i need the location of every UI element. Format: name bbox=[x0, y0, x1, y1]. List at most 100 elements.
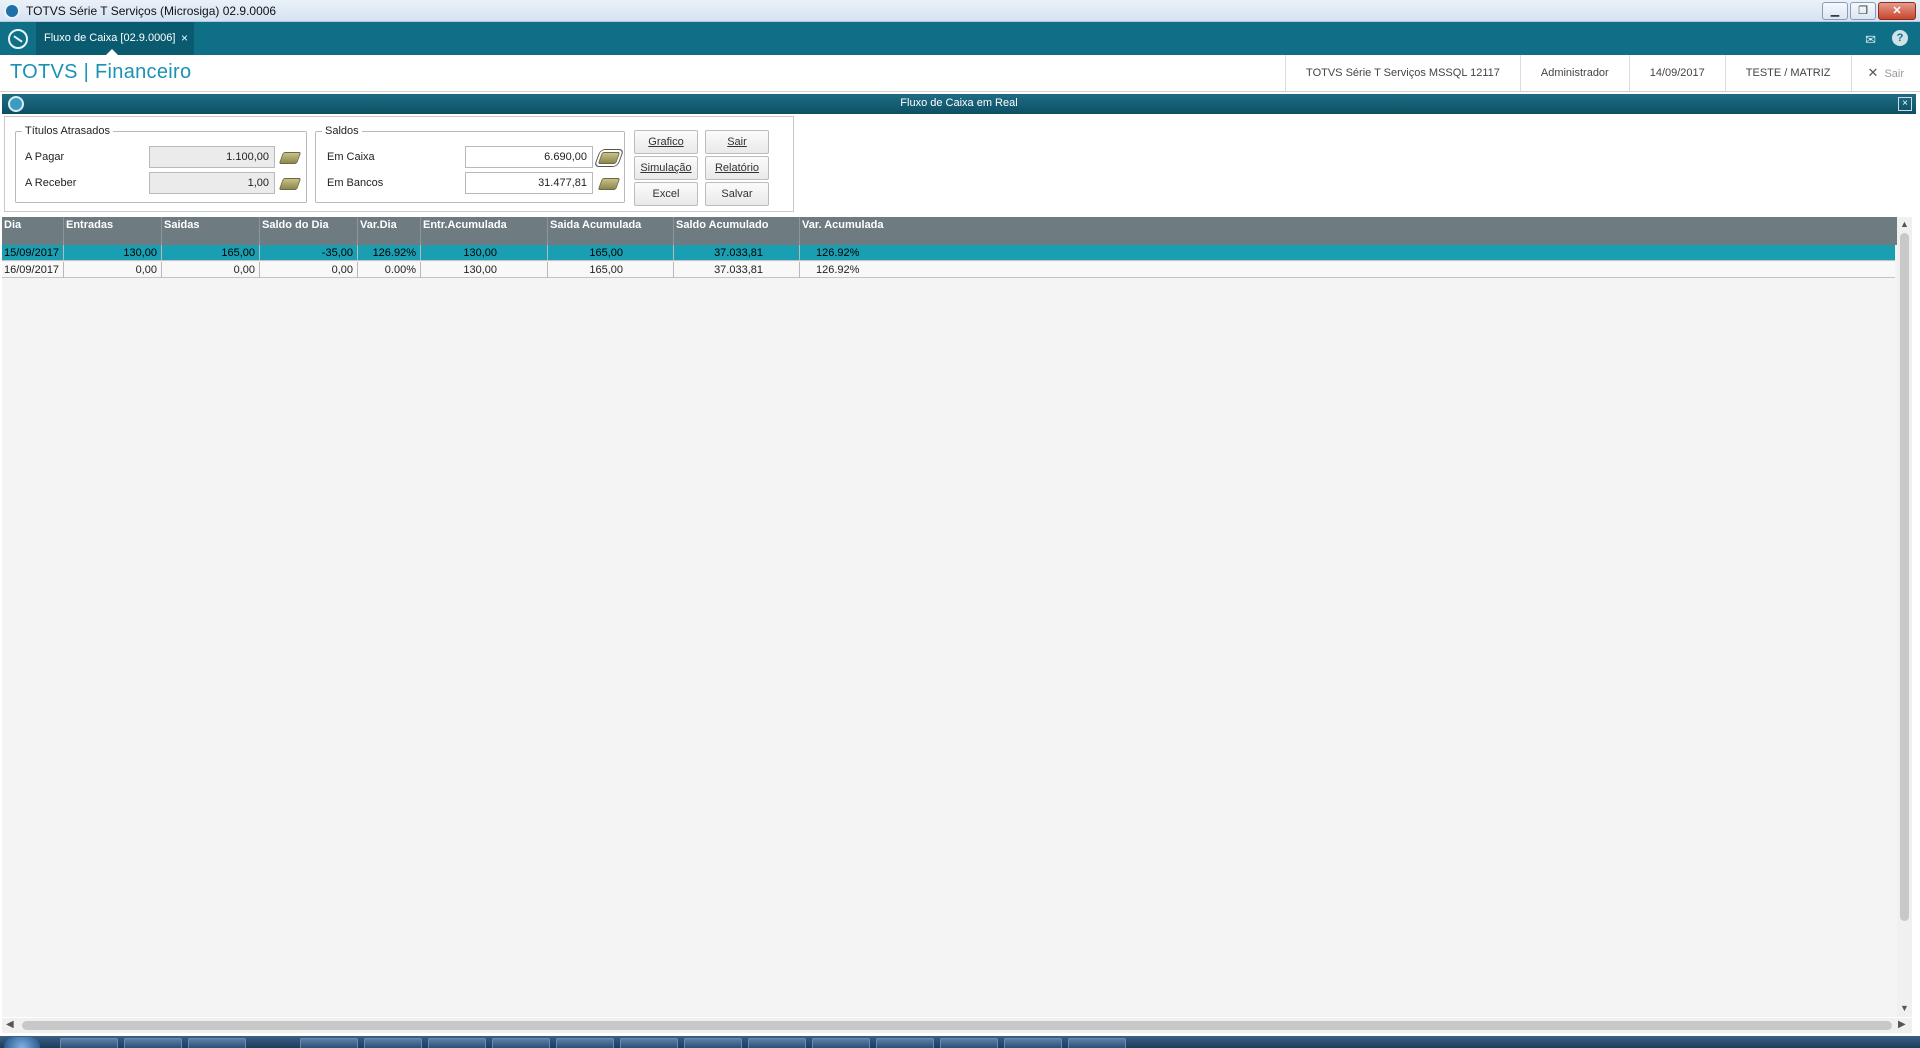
table-cell: 165,00 bbox=[548, 262, 674, 278]
taskbar bbox=[0, 1036, 1920, 1048]
brand-title: TOTVS | Financeiro bbox=[10, 61, 192, 83]
horizontal-scrollbar[interactable]: ◀ ▶ bbox=[2, 1018, 1912, 1033]
a-receber-field[interactable]: 1,00 bbox=[149, 172, 275, 194]
taskbar-item[interactable] bbox=[620, 1038, 678, 1048]
dialog-close-icon[interactable]: × bbox=[1898, 97, 1912, 111]
dialog-title: Fluxo de Caixa em Real bbox=[900, 97, 1018, 109]
dialog-header: Fluxo de Caixa em Real × bbox=[2, 94, 1916, 114]
vertical-scrollbar[interactable]: ▲ ▼ bbox=[1897, 217, 1912, 1017]
close-window-icon[interactable]: ✕ bbox=[1878, 2, 1916, 20]
column-header-dia[interactable]: Dia bbox=[2, 217, 64, 245]
taskbar-item[interactable] bbox=[492, 1038, 550, 1048]
app-logo-icon bbox=[4, 3, 20, 19]
tab-fluxo-de-caixa[interactable]: Fluxo de Caixa [02.9.0006] × bbox=[36, 22, 194, 55]
scroll-down-icon[interactable]: ▼ bbox=[1900, 1003, 1909, 1013]
vertical-scroll-thumb[interactable] bbox=[1900, 233, 1909, 921]
column-header-var-acumulada[interactable]: Var. Acumulada bbox=[800, 217, 1895, 245]
table-cell: 126.92% bbox=[816, 264, 860, 276]
user-label: Administrador bbox=[1519, 55, 1629, 91]
summary-panel: Títulos Atrasados A Pagar 1.100,00 A Rec… bbox=[4, 116, 794, 212]
table-cell: 0,00 bbox=[162, 262, 260, 278]
table-row[interactable]: 15/09/2017 130,00 165,00 -35,00 126.92% … bbox=[2, 245, 1895, 261]
window-title-bar: TOTVS Série T Serviços (Microsiga) 02.9.… bbox=[0, 0, 1920, 22]
grafico-label: Grafico bbox=[648, 136, 684, 148]
column-header-saida-acumulada[interactable]: Saida Acumulada bbox=[548, 217, 674, 245]
column-header-entr-acumulada[interactable]: Entr.Acumulada bbox=[421, 217, 548, 245]
header-info: TOTVS Série T Serviços MSSQL 12117 Admin… bbox=[1285, 55, 1920, 91]
taskbar-item[interactable] bbox=[1068, 1038, 1126, 1048]
taskbar-item[interactable] bbox=[684, 1038, 742, 1048]
em-caixa-field[interactable]: 6.690,00 bbox=[465, 146, 593, 168]
titulos-legend: Títulos Atrasados bbox=[25, 125, 110, 137]
table-cell: 130,00 bbox=[64, 245, 162, 261]
mail-icon[interactable]: ✉ bbox=[1865, 32, 1876, 48]
minimize-icon[interactable]: ▁ bbox=[1822, 2, 1848, 20]
column-header-saidas[interactable]: Saidas bbox=[162, 217, 260, 245]
simulacao-button[interactable]: Simulação bbox=[634, 156, 698, 180]
taskbar-item[interactable] bbox=[428, 1038, 486, 1048]
restore-icon[interactable]: ❐ bbox=[1850, 2, 1876, 20]
column-header-saldo-acumulado[interactable]: Saldo Acumulado bbox=[674, 217, 800, 245]
saldos-legend: Saldos bbox=[325, 125, 359, 137]
a-pagar-label: A Pagar bbox=[25, 151, 65, 163]
window-title: TOTVS Série T Serviços (Microsiga) 02.9.… bbox=[26, 4, 277, 18]
sair-button[interactable]: Sair bbox=[705, 130, 769, 154]
table-cell: 126.92% bbox=[358, 245, 421, 261]
taskbar-item[interactable] bbox=[300, 1038, 358, 1048]
app-header: TOTVS | Financeiro TOTVS Série T Serviço… bbox=[0, 55, 1920, 92]
relatorio-label: Relatório bbox=[714, 162, 760, 174]
em-bancos-label: Em Bancos bbox=[327, 177, 384, 189]
table-cell: 0.00% bbox=[358, 262, 421, 278]
taskbar-item[interactable] bbox=[188, 1038, 246, 1048]
company-label: TESTE / MATRIZ bbox=[1724, 55, 1851, 91]
grid-header: Dia Entradas Saidas Saldo do Dia Var.Dia… bbox=[2, 217, 1897, 245]
column-header-entradas[interactable]: Entradas bbox=[64, 217, 162, 245]
grafico-button[interactable]: Grafico bbox=[634, 130, 698, 154]
table-cell: 37.033,81 bbox=[674, 262, 800, 278]
exit-label: Sair bbox=[1884, 68, 1904, 80]
table-cell: 165,00 bbox=[548, 245, 674, 261]
scroll-up-icon[interactable]: ▲ bbox=[1900, 219, 1909, 229]
start-icon[interactable] bbox=[4, 1037, 40, 1048]
taskbar-item[interactable] bbox=[60, 1038, 118, 1048]
scroll-left-icon[interactable]: ◀ bbox=[6, 1019, 14, 1030]
simulacao-label: Simulação bbox=[640, 162, 692, 174]
column-header-saldo-do-dia[interactable]: Saldo do Dia bbox=[260, 217, 358, 245]
environment-label: TOTVS Série T Serviços MSSQL 12117 bbox=[1285, 55, 1520, 91]
table-cell: 16/09/2017 bbox=[2, 262, 64, 278]
tab-strip: Fluxo de Caixa [02.9.0006] × ✉ ? bbox=[0, 22, 1920, 55]
a-receber-label: A Receber bbox=[25, 177, 77, 189]
table-cell: 130,00 bbox=[421, 262, 548, 278]
a-pagar-field[interactable]: 1.100,00 bbox=[149, 146, 275, 168]
em-caixa-label: Em Caixa bbox=[327, 151, 375, 163]
sair-label: Sair bbox=[727, 136, 747, 148]
help-icon[interactable]: ? bbox=[1892, 30, 1908, 46]
salvar-button[interactable]: Salvar bbox=[705, 182, 769, 206]
home-icon[interactable] bbox=[8, 29, 28, 49]
em-bancos-field[interactable]: 31.477,81 bbox=[465, 172, 593, 194]
column-header-var-dia[interactable]: Var.Dia bbox=[358, 217, 421, 245]
scroll-right-icon[interactable]: ▶ bbox=[1898, 1019, 1906, 1030]
table-cell: 126.92% bbox=[816, 247, 860, 259]
horizontal-scroll-thumb[interactable] bbox=[22, 1021, 1892, 1030]
taskbar-item[interactable] bbox=[556, 1038, 614, 1048]
table-cell: 15/09/2017 bbox=[2, 245, 64, 261]
date-label: 14/09/2017 bbox=[1628, 55, 1725, 91]
relatorio-button[interactable]: Relatório bbox=[705, 156, 769, 180]
table-row[interactable]: 16/09/2017 0,00 0,00 0,00 0.00% 130,00 1… bbox=[2, 262, 1895, 278]
taskbar-item[interactable] bbox=[124, 1038, 182, 1048]
table-cell: 165,00 bbox=[162, 245, 260, 261]
taskbar-item[interactable] bbox=[876, 1038, 934, 1048]
tab-label: Fluxo de Caixa [02.9.0006] bbox=[44, 32, 176, 44]
table-cell: 37.033,81 bbox=[674, 245, 800, 261]
tab-close-icon[interactable]: × bbox=[181, 31, 188, 45]
taskbar-item[interactable] bbox=[940, 1038, 998, 1048]
taskbar-item[interactable] bbox=[364, 1038, 422, 1048]
table-cell: 0,00 bbox=[260, 262, 358, 278]
taskbar-item[interactable] bbox=[812, 1038, 870, 1048]
exit-button[interactable]: ✕ Sair bbox=[1850, 55, 1920, 91]
taskbar-item[interactable] bbox=[748, 1038, 806, 1048]
taskbar-item[interactable] bbox=[1004, 1038, 1062, 1048]
table-cell: 0,00 bbox=[64, 262, 162, 278]
excel-button[interactable]: Excel bbox=[634, 182, 698, 206]
